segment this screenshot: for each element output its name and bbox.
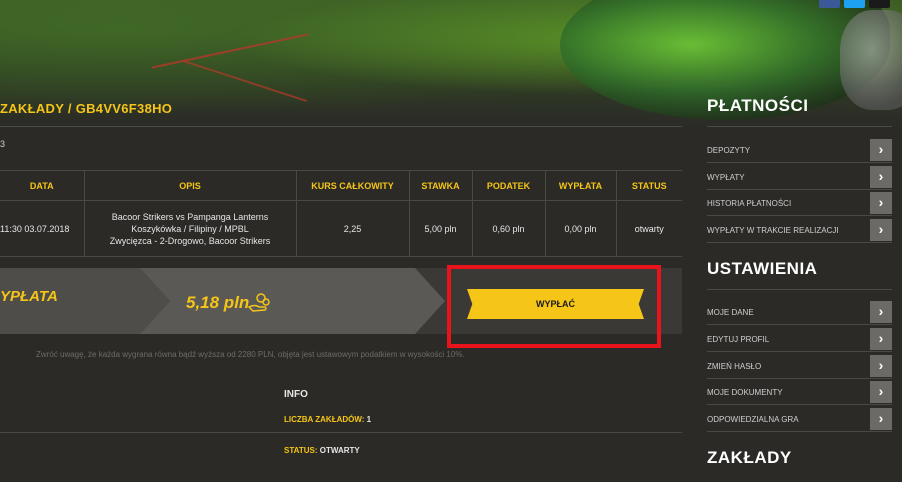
- cell-payout: 0,00 pln: [545, 200, 617, 257]
- breadcrumb: ZAKŁADY / GB4VV6F38HO: [0, 101, 173, 116]
- tax-note: Zwróć uwagę, że każda wygrana równa bądź…: [36, 350, 465, 359]
- selection-name: Zwycięzca - 2-Drogowo, Bacoor Strikers: [109, 235, 271, 246]
- chevron-right-icon[interactable]: ›: [870, 192, 892, 214]
- sidebar-item-label: HISTORIA PŁATNOŚCI: [707, 199, 792, 208]
- col-header-status: STATUS: [616, 170, 682, 201]
- cell-odds: 2,25: [296, 200, 410, 257]
- bet-id: 3: [0, 139, 6, 149]
- sidebar-item-label: EDYTUJ PROFIL: [707, 335, 770, 344]
- sidebar-item-my-documents[interactable]: MOJE DOKUMENTY ›: [707, 379, 892, 405]
- sidebar-item-pending-withdrawals[interactable]: WYPŁATY W TRAKCIE REALIZACJI ›: [707, 217, 892, 243]
- coins-hand-icon: [247, 293, 270, 312]
- sidebar-item-responsible-gaming[interactable]: ODPOWIEDZIALNA GRA ›: [707, 406, 892, 432]
- divider: [707, 126, 892, 127]
- status-label: STATUS:: [284, 446, 318, 455]
- sidebar-item-label: MOJE DANE: [707, 308, 754, 317]
- sidebar-item-payment-history[interactable]: HISTORIA PŁATNOŚCI ›: [707, 190, 892, 216]
- divider: [0, 432, 682, 433]
- cell-status: otwarty: [616, 200, 682, 257]
- chevron-right-icon[interactable]: ›: [870, 166, 892, 188]
- social-links: [819, 0, 890, 8]
- divider: [707, 289, 892, 290]
- col-header-tax: PODATEK: [472, 170, 546, 201]
- cell-date: 11:30 03.07.2018: [0, 200, 85, 257]
- cashout-amount: 5,18 pln: [186, 293, 250, 312]
- sidebar-bets-title: ZAKŁADY: [707, 448, 792, 467]
- col-header-date: DATA: [0, 170, 85, 201]
- col-header-total-odds: KURS CAŁKOWITY: [296, 170, 410, 201]
- sidebar-item-my-data[interactable]: MOJE DANE ›: [707, 299, 892, 325]
- cell-tax: 0,60 pln: [472, 200, 546, 257]
- chevron-right-icon[interactable]: ›: [870, 408, 892, 430]
- sidebar-item-deposits[interactable]: DEPOZYTY ›: [707, 137, 892, 163]
- league-name: Koszykówka / Filipiny / MPBL: [131, 223, 249, 234]
- col-header-description: OPIS: [84, 170, 297, 201]
- chevron-right-icon[interactable]: ›: [870, 381, 892, 403]
- sidebar-item-label: ZMIEŃ HASŁO: [707, 362, 762, 371]
- sidebar-item-label: WYPŁATY: [707, 173, 745, 182]
- info-status: STATUS: OTWARTY: [284, 446, 360, 455]
- sidebar-item-label: DEPOZYTY: [707, 146, 751, 155]
- status-value: OTWARTY: [319, 446, 360, 455]
- cell-description: Bacoor Strikers vs Pampanga Lanterns Kos…: [84, 200, 297, 257]
- match-name: Bacoor Strikers vs Pampanga Lanterns: [111, 211, 269, 222]
- chevron-right-icon[interactable]: ›: [870, 301, 892, 323]
- sidebar-item-label: WYPŁATY W TRAKCIE REALIZACJI: [707, 226, 839, 235]
- chevron-right-icon[interactable]: ›: [870, 219, 892, 241]
- bet-count-value: 1: [366, 415, 372, 424]
- table-header-row: DATA OPIS KURS CAŁKOWITY STAWKA PODATEK …: [0, 170, 682, 201]
- info-bet-count: LICZBA ZAKŁADÓW: 1: [284, 415, 371, 424]
- chevron-right-icon[interactable]: ›: [870, 139, 892, 161]
- sidebar-settings-title: USTAWIENIA: [707, 259, 818, 278]
- twitter-icon[interactable]: [844, 0, 865, 8]
- cashout-label: YPŁATA: [0, 288, 58, 305]
- cell-stake: 5,00 pln: [409, 200, 473, 257]
- divider: [0, 126, 682, 127]
- chevron-right-icon[interactable]: ›: [870, 355, 892, 377]
- decorative-lace: [151, 33, 309, 69]
- decorative-lace: [182, 59, 308, 103]
- ball-image: [840, 10, 902, 110]
- sidebar-payments-title: PŁATNOŚCI: [707, 96, 809, 115]
- chevron-right-icon[interactable]: ›: [870, 328, 892, 350]
- sidebar-item-label: MOJE DOKUMENTY: [707, 388, 783, 397]
- sidebar-item-edit-profile[interactable]: EDYTUJ PROFIL ›: [707, 326, 892, 352]
- table-row: 11:30 03.07.2018 Bacoor Strikers vs Pamp…: [0, 200, 682, 257]
- cashout-button[interactable]: WYPŁAĆ: [467, 289, 644, 319]
- col-header-stake: STAWKA: [409, 170, 473, 201]
- col-header-payout: WYPŁATA: [545, 170, 617, 201]
- youtube-icon[interactable]: [869, 0, 890, 8]
- bets-table: DATA OPIS KURS CAŁKOWITY STAWKA PODATEK …: [0, 170, 682, 257]
- sidebar-item-label: ODPOWIEDZIALNA GRA: [707, 415, 799, 424]
- bet-count-label: LICZBA ZAKŁADÓW:: [284, 415, 365, 424]
- sidebar-item-change-password[interactable]: ZMIEŃ HASŁO ›: [707, 353, 892, 379]
- info-title: INFO: [284, 389, 308, 400]
- sidebar-item-withdrawals[interactable]: WYPŁATY ›: [707, 164, 892, 190]
- facebook-icon[interactable]: [819, 0, 840, 8]
